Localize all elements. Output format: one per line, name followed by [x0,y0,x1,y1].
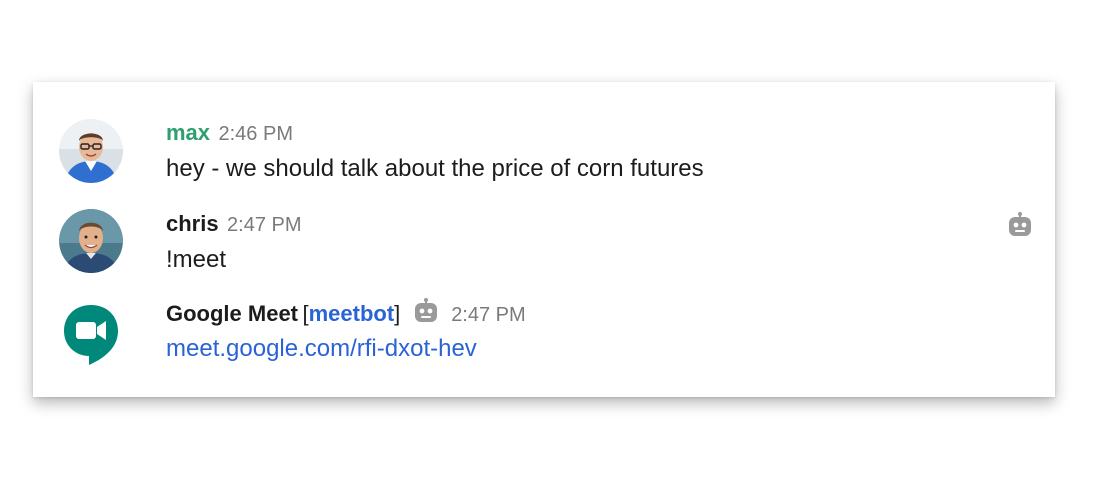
avatar-max[interactable] [59,119,123,183]
message-text: hey - we should talk about the price of … [166,155,704,182]
meet-link[interactable]: meet.google.com/rfi-dxot-hev [166,335,477,362]
avatar-chris[interactable] [59,209,123,273]
message-timestamp[interactable]: 2:46 PM [219,123,293,145]
message-chris: chris 2:47 PM !meet [59,209,1029,279]
author-name[interactable]: max [166,120,210,145]
message-timestamp[interactable]: 2:47 PM [227,214,301,236]
bot-handle[interactable]: meetbot [309,301,395,326]
message-text: !meet [166,246,227,273]
bot-tag: [meetbot] [302,301,400,326]
robot-icon[interactable] [1007,212,1033,238]
author-name[interactable]: Google Meet [166,301,298,326]
message-max: max 2:46 PM hey - we should talk about t… [59,118,1029,188]
message-google-meet: Google Meet [meetbot] 2:47 PM meet.googl… [59,298,1029,368]
author-name[interactable]: chris [166,211,219,236]
message-timestamp[interactable]: 2:47 PM [451,304,525,326]
robot-icon [414,298,437,322]
bracket-close: ] [394,301,401,326]
chat-panel: max 2:46 PM hey - we should talk about t… [33,82,1055,397]
google-meet-icon[interactable] [59,301,123,365]
